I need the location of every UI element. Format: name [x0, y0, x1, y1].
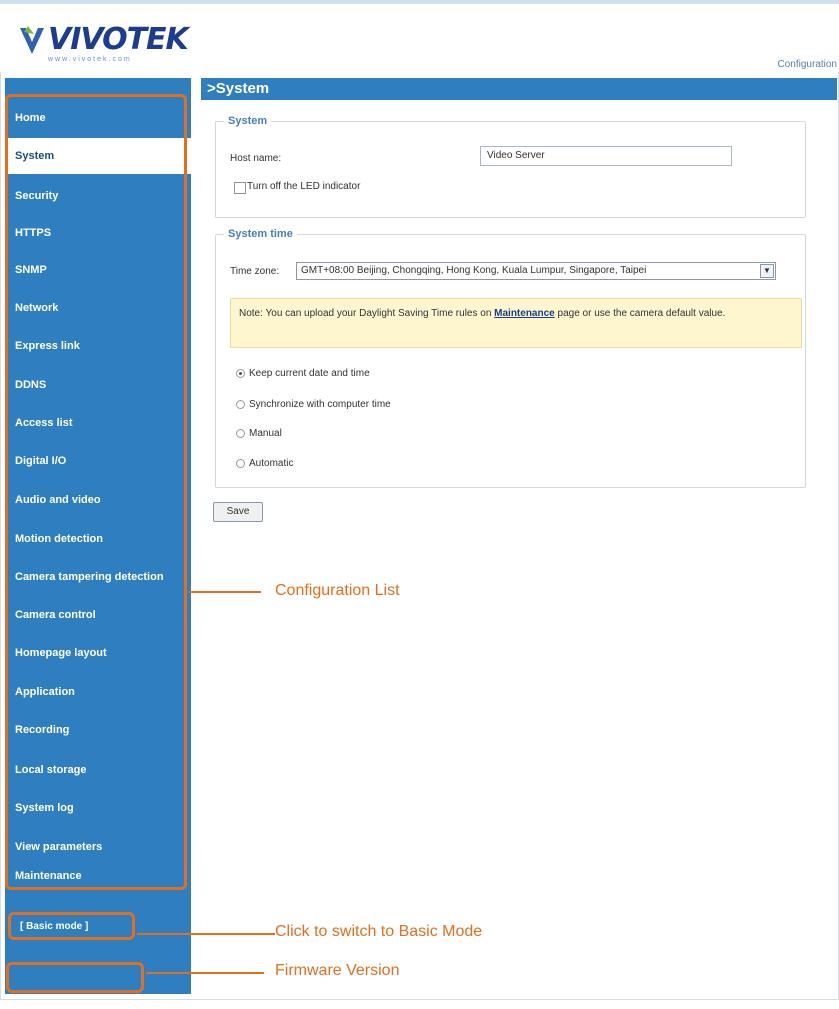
- radio-label: Automatic: [249, 458, 294, 469]
- radio-button-selected[interactable]: [236, 368, 245, 378]
- firmware-leader-line: [146, 972, 264, 974]
- firmware-version-highlight: [6, 962, 144, 993]
- logo-mark-icon: [20, 26, 44, 54]
- firmware-version: Version: 0100b: [19, 1000, 76, 1009]
- basic-mode-highlight: [8, 912, 135, 940]
- time-zone-label: Time zone:: [230, 266, 280, 277]
- header: VIVOTEK www.vivotek.com Configuration: [0, 4, 839, 72]
- radio-automatic[interactable]: Automatic: [236, 458, 293, 469]
- basic-mode-annotation: Click to switch to Basic Mode: [275, 923, 483, 940]
- dst-note: Note: You can upload your Daylight Savin…: [230, 298, 802, 348]
- radio-button[interactable]: [236, 428, 245, 438]
- time-zone-select[interactable]: GMT+08:00 Beijing, Chongqing, Hong Kong,…: [296, 262, 776, 280]
- radio-label: Synchronize with computer time: [249, 399, 391, 410]
- note-suffix: page or use the camera default value.: [554, 308, 726, 319]
- chevron-down-icon[interactable]: ▼: [760, 264, 774, 278]
- radio-sync-computer[interactable]: Synchronize with computer time: [236, 399, 391, 410]
- vivotek-logo[interactable]: VIVOTEK www.vivotek.com: [18, 22, 189, 70]
- logo-subtext: www.vivotek.com: [48, 56, 132, 63]
- basic-mode-leader-line: [137, 933, 275, 935]
- firmware-annotation: Firmware Version: [275, 962, 400, 979]
- save-button[interactable]: Save: [213, 502, 263, 522]
- radio-button[interactable]: [236, 458, 245, 468]
- logo-text: VIVOTEK: [48, 22, 189, 57]
- radio-keep-current[interactable]: Keep current date and time: [236, 368, 370, 379]
- host-name-input[interactable]: Video Server: [480, 146, 732, 166]
- host-name-label: Host name:: [230, 153, 282, 164]
- led-checkbox-label: Turn off the LED indicator: [247, 181, 361, 192]
- note-prefix: Note: You can upload your Daylight Savin…: [239, 308, 495, 319]
- radio-button[interactable]: [236, 399, 245, 409]
- maintenance-link[interactable]: Maintenance: [494, 308, 555, 319]
- page-title: >System: [201, 78, 837, 100]
- time-zone-value: GMT+08:00 Beijing, Chongqing, Hong Kong,…: [301, 265, 647, 276]
- config-list-leader-line: [189, 591, 261, 593]
- config-list-annotation: Configuration List: [275, 582, 400, 599]
- radio-label: Keep current date and time: [249, 368, 370, 379]
- radio-label: Manual: [249, 428, 282, 439]
- system-group: System: [215, 115, 806, 218]
- radio-manual[interactable]: Manual: [236, 428, 282, 439]
- configuration-list-highlight: [5, 94, 187, 890]
- system-legend: System: [228, 115, 268, 127]
- led-checkbox[interactable]: [234, 182, 246, 194]
- configuration-link[interactable]: Configuration: [778, 59, 837, 70]
- system-time-legend: System time: [228, 228, 293, 240]
